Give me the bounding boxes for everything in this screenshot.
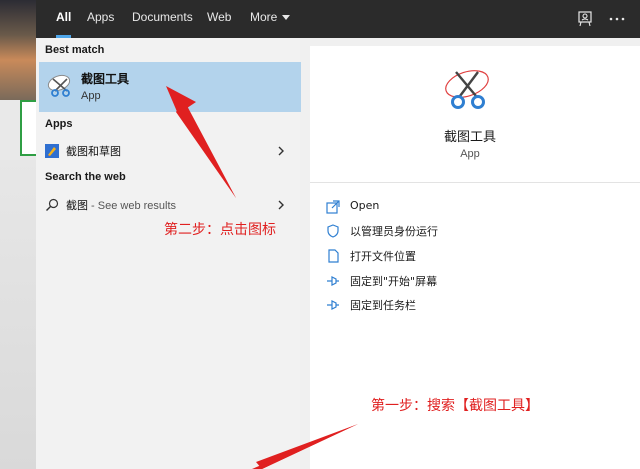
search-icon [45,197,59,211]
run-as-admin-action[interactable]: 以管理员身份运行 [326,220,626,240]
open-file-location-action[interactable]: 打开文件位置 [326,245,626,265]
snipping-tool-icon [442,64,496,114]
tab-more[interactable]: More [250,0,291,38]
detail-app-type: App [460,148,480,160]
action-label: Open [350,199,380,212]
divider [310,182,640,183]
chevron-right-icon[interactable] [275,143,287,157]
best-match-type: App [81,90,101,102]
desktop-wallpaper-image [0,0,36,100]
feedback-icon[interactable] [576,10,594,28]
tab-apps[interactable]: Apps [87,0,114,38]
web-query: 截图 [66,199,88,212]
action-label: 以管理员身份运行 [350,225,438,238]
annotation-step-one: 第一步：搜索【截图工具】 [371,398,539,414]
chevron-right-icon[interactable] [275,197,287,211]
tab-more-label: More [250,10,278,24]
open-action[interactable]: Open [326,196,626,216]
desktop-window-edge [20,100,36,156]
tab-web[interactable]: Web [207,0,231,38]
apps-heading: Apps [45,118,73,130]
list-item[interactable]: 截图 - See web results [39,192,301,216]
list-item[interactable]: 截图和草图 [39,138,301,162]
action-label: 固定到任务栏 [350,299,416,312]
search-scope-bar: All Apps Documents Web More [36,0,640,38]
web-suffix: - See web results [88,200,177,212]
desktop-background-lower [0,160,36,469]
open-icon [326,199,340,214]
snipping-tool-icon [47,71,75,99]
pin-to-taskbar-action[interactable]: 固定到任务栏 [326,294,626,314]
action-label: 固定到"开始"屏幕 [350,275,438,288]
annotation-step-two: 第二步：点击图标 [164,222,276,238]
action-label: 打开文件位置 [350,250,416,263]
file-location-icon [326,248,340,263]
web-result-label: 截图 - See web results [66,197,176,213]
detail-app-name: 截图工具 [443,130,496,145]
tab-all[interactable]: All [56,0,72,38]
pin-taskbar-icon [326,297,340,311]
best-match-item[interactable]: 截图工具 App [39,62,301,112]
snip-sketch-icon [45,143,59,158]
search-web-heading: Search the web [45,171,126,183]
chevron-down-icon [282,15,291,21]
run-as-admin-icon [326,223,340,238]
pin-start-icon [326,273,340,287]
search-results-panel: Best match 截图工具 App Apps 截图和草图 Search th… [36,38,301,469]
best-match-heading: Best match [45,44,105,56]
app-name: 截图和草图 [66,145,121,158]
pin-to-start-action[interactable]: 固定到"开始"屏幕 [326,270,626,290]
tab-documents[interactable]: Documents [132,0,193,38]
best-match-name: 截图工具 [81,72,130,86]
more-options-icon[interactable] [608,10,626,28]
